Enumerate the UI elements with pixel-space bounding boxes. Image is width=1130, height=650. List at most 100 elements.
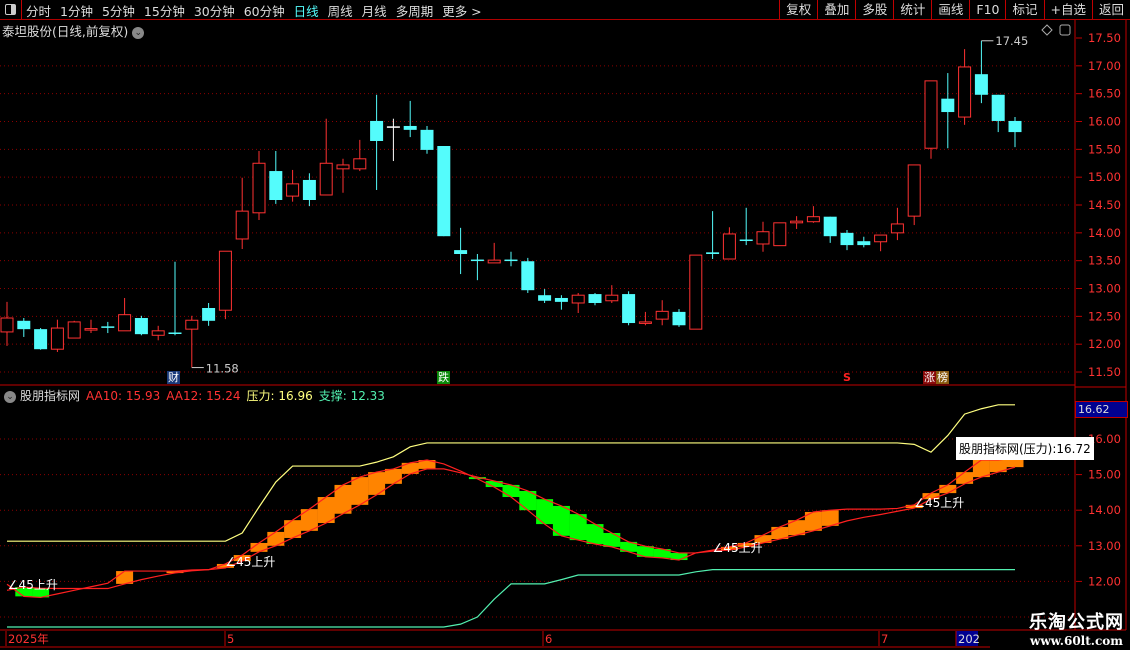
marker-drop[interactable]: 跌: [437, 371, 450, 384]
candle-body: [151, 330, 165, 336]
price-tick-label: 16.00: [1088, 115, 1121, 129]
candle-body: [974, 74, 988, 95]
candle: [302, 173, 316, 207]
candle: [722, 227, 736, 260]
candle: [756, 221, 770, 252]
candle-body: [269, 171, 283, 200]
candle: [185, 315, 199, 368]
candle: [890, 207, 904, 241]
indicator-current-badge: 16.62: [1075, 401, 1128, 418]
signal-label: ∠45上升: [225, 555, 275, 569]
date-label: 7: [881, 632, 888, 646]
candle-body: [857, 241, 871, 246]
candle-body: [101, 326, 115, 328]
indicator-tick-label: 13.00: [1088, 539, 1121, 553]
candle-body: [554, 297, 568, 302]
candle: [1008, 117, 1022, 148]
candle-body: [84, 328, 98, 331]
chart-canvas[interactable]: 17.50 17.00 16.50 16.00 15.50 15.00 14.50 14.00…: [0, 0, 1130, 650]
candle: [454, 227, 468, 275]
candle-body: [605, 294, 619, 302]
price-tick-label: 11.50: [1088, 365, 1121, 379]
candle-body: [756, 231, 770, 245]
candle: [538, 289, 552, 303]
candle-body: [370, 120, 384, 141]
candle-body: [790, 220, 804, 224]
date-label: 6: [545, 632, 552, 646]
candle: [286, 169, 300, 202]
indicator-band-bar: [384, 468, 402, 484]
candle: [605, 285, 619, 303]
candle-body: [655, 310, 669, 320]
indicator-band-bar: [972, 460, 990, 478]
price-tick-label: 15.50: [1088, 142, 1121, 156]
price-tick-label: 15.00: [1088, 170, 1121, 184]
candle-body: [437, 145, 451, 237]
candle-body: [353, 158, 367, 170]
candle: [437, 145, 451, 237]
candle-body: [67, 321, 81, 339]
candle-body: [672, 311, 686, 326]
signal-label: ∠45上升: [914, 496, 964, 510]
candle: [521, 257, 535, 293]
indicator-band-bar: [267, 531, 285, 546]
marker-finance[interactable]: 财: [167, 371, 180, 384]
candle-body: [890, 223, 904, 234]
candle-body: [588, 294, 602, 303]
candle-body: [218, 250, 232, 311]
candle: [118, 297, 132, 332]
candle-body: [168, 332, 182, 334]
candle: [504, 251, 518, 267]
candle: [420, 125, 434, 154]
watermark-title: 乐淘公式网: [1029, 612, 1124, 633]
candle: [403, 100, 417, 138]
candle-body: [638, 321, 652, 324]
support-line: [7, 569, 1015, 628]
candle-body: [1008, 120, 1022, 133]
price-tick-label: 14.00: [1088, 226, 1121, 240]
candle-body: [958, 66, 972, 118]
candle-body: [302, 179, 316, 200]
candle: [50, 319, 64, 352]
candle: [34, 328, 48, 350]
candle-body: [252, 162, 266, 214]
candle: [487, 242, 501, 264]
candle-body: [773, 222, 787, 247]
candle: [823, 216, 837, 243]
candle: [252, 151, 266, 221]
marker-s[interactable]: S: [842, 371, 852, 384]
indicator-tick-label: 12.00: [1088, 574, 1121, 588]
date-label: 2025年: [8, 632, 49, 646]
candle: [151, 325, 165, 341]
candle: [370, 94, 384, 190]
watermark-url: www.60lt.com: [1030, 634, 1123, 648]
candle-body: [470, 259, 484, 262]
candle-body: [17, 320, 31, 330]
candle-body: [874, 234, 888, 243]
candle-body: [235, 210, 249, 240]
signal-label: ∠45上升: [8, 578, 58, 592]
candle: [67, 320, 81, 339]
candle: [974, 40, 988, 104]
price-tick-label: 17.50: [1088, 31, 1121, 45]
price-tick-label: 13.00: [1088, 282, 1121, 296]
candle: [958, 49, 972, 125]
low-price-label: 11.58: [206, 362, 239, 376]
marker-rank[interactable]: 榜: [936, 371, 949, 384]
marker-rise[interactable]: 涨: [923, 371, 936, 384]
candle-body: [806, 216, 820, 223]
candle: [386, 118, 400, 162]
candle: [790, 216, 804, 229]
candle-body: [907, 164, 921, 217]
signal-label: ∠45上升: [713, 541, 763, 555]
candle-body: [739, 239, 753, 242]
candle: [235, 177, 249, 249]
candle: [168, 261, 182, 336]
candle: [101, 321, 115, 334]
candle: [319, 118, 333, 196]
indicator-tick-label: 14.00: [1088, 503, 1121, 517]
candle: [470, 253, 484, 281]
watermark: 乐淘公式网 www.60lt.com: [1029, 608, 1124, 648]
candle: [941, 73, 955, 149]
candle-body: [521, 261, 535, 291]
